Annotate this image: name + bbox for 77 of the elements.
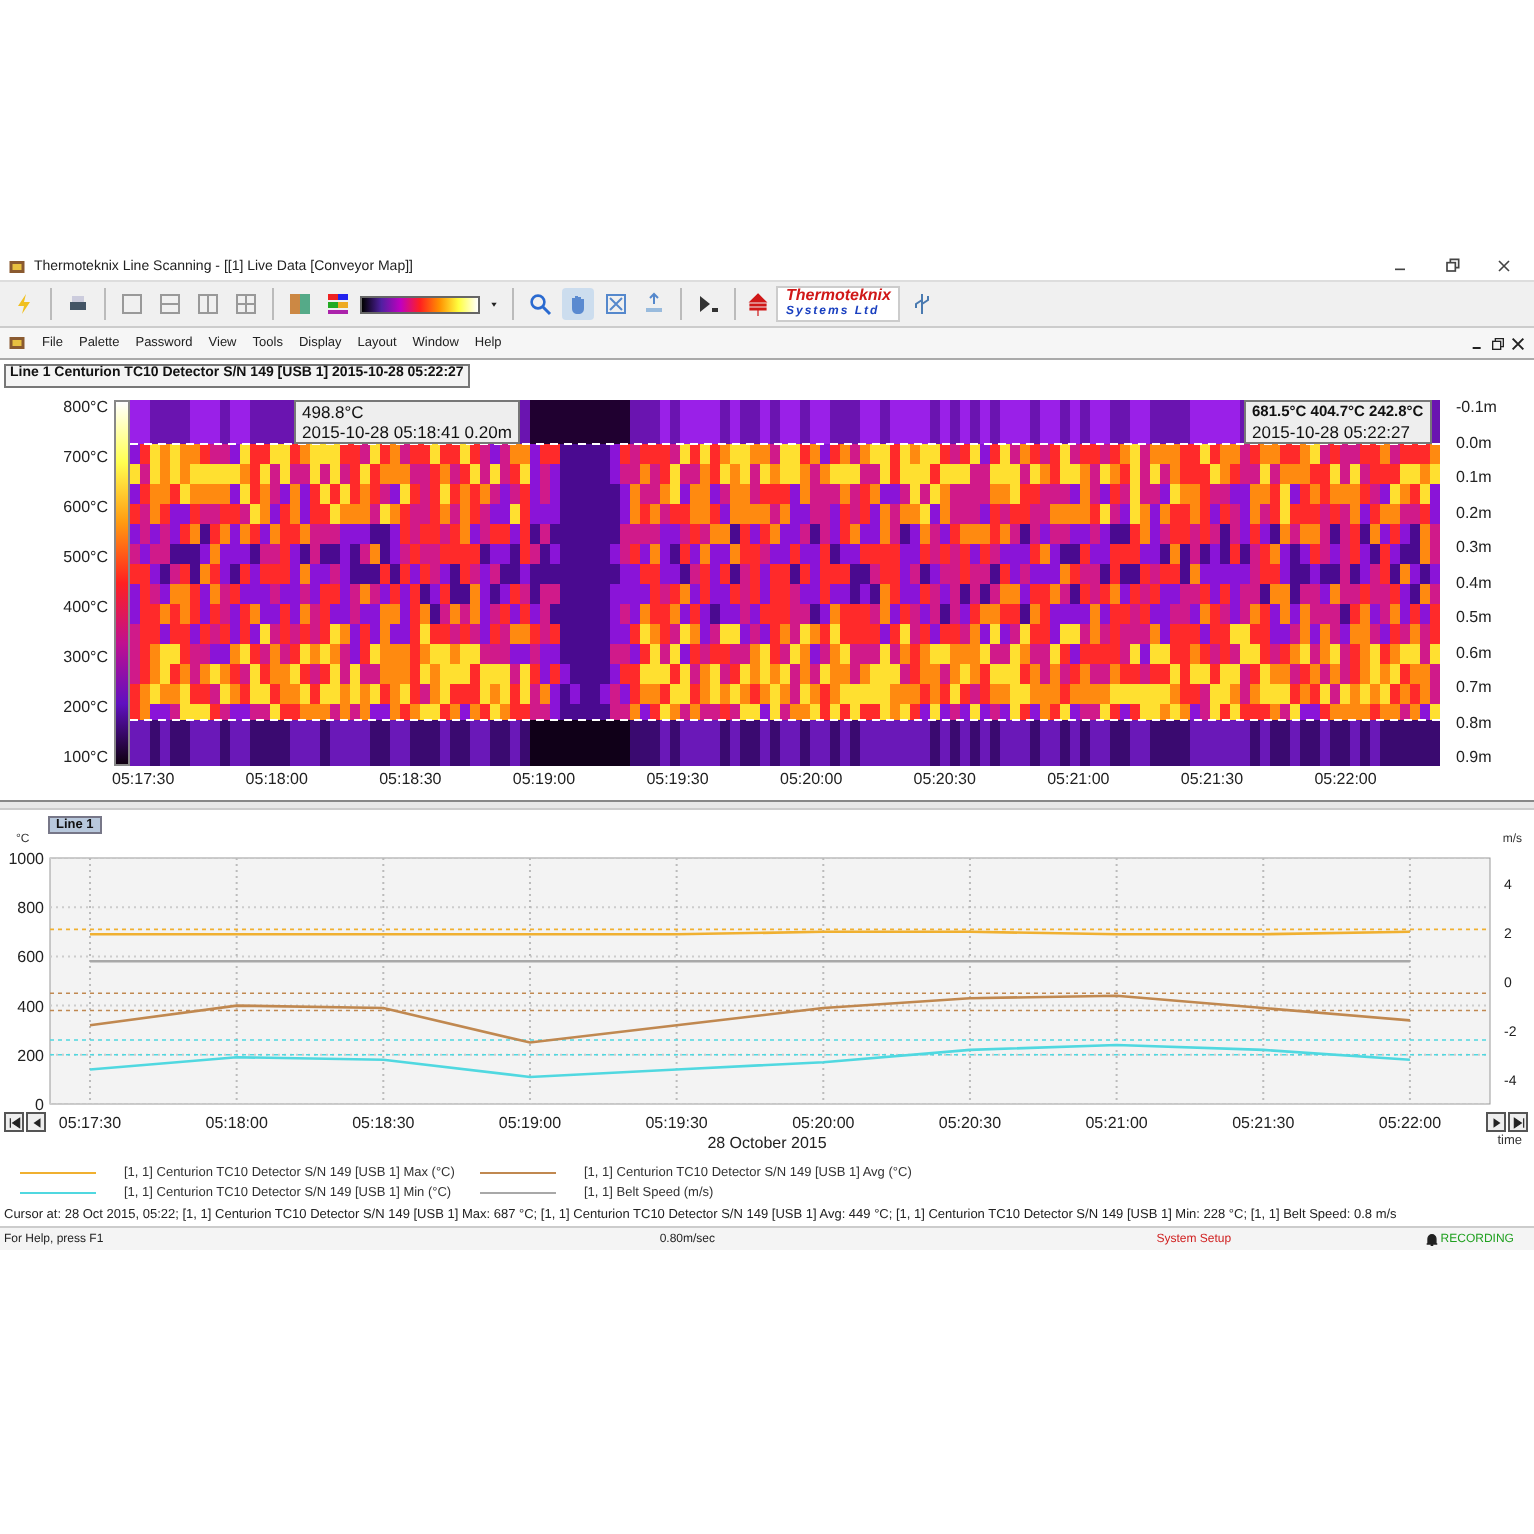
distance-label: 0.8m — [1456, 715, 1494, 731]
distance-label: 0.7m — [1456, 680, 1494, 696]
layout-icon — [196, 292, 220, 316]
last-button[interactable] — [1508, 1112, 1528, 1132]
temperature-label: 200°C — [63, 700, 108, 716]
time-label: 05:20:00 — [780, 770, 843, 788]
date-label: 28 October 2015 — [707, 1136, 827, 1152]
close-icon — [1510, 335, 1526, 351]
temperature-label: 400°C — [63, 600, 108, 616]
app-icon — [8, 257, 26, 275]
layout-icon — [234, 292, 258, 316]
temperature-label: 600°C — [63, 500, 108, 516]
palette-icon — [288, 292, 312, 316]
time-label: 05:20:30 — [913, 770, 976, 788]
axis-label: 0 — [35, 1096, 44, 1114]
tooltip-text: 2015-10-28 05:18:41 0.20m — [302, 422, 512, 442]
time-label: 05:19:30 — [646, 770, 709, 788]
layout-icon — [158, 292, 182, 316]
right-arrow-icon — [1489, 1115, 1503, 1129]
tooltip-text: 498.8°C — [302, 402, 366, 422]
play-icon — [696, 292, 720, 316]
tooltip-text: 2015-10-28 05:22:27 — [1252, 422, 1412, 442]
restore-icon — [1442, 256, 1462, 276]
time-label: 05:19:00 — [498, 1114, 562, 1132]
temperature-label: 800°C — [63, 400, 108, 416]
time-label: 05:20:30 — [938, 1114, 1002, 1132]
skip-back-icon — [7, 1115, 21, 1129]
time-label: 05:18:00 — [245, 770, 308, 788]
lightning-icon — [12, 292, 36, 316]
distance-label: 0.5m — [1456, 610, 1494, 626]
time-label: 05:17:30 — [112, 770, 175, 788]
distance-label: 0.1m — [1456, 470, 1494, 486]
temperature-label: 500°C — [63, 550, 108, 566]
toolbar-button[interactable] — [322, 288, 354, 320]
distance-label: 0.2m — [1456, 505, 1494, 521]
axis-label: 800 — [17, 899, 44, 918]
layout-icon — [120, 292, 144, 316]
time-label: 05:22:00 — [1314, 770, 1377, 788]
distance-label: 0.0m — [1456, 435, 1494, 451]
distance-label: -0.1m — [1456, 400, 1499, 416]
time-label: 05:19:30 — [645, 1114, 708, 1132]
temperature-label: 100°C — [63, 750, 108, 766]
restore-icon — [1490, 335, 1506, 351]
palette-grid-icon — [326, 292, 350, 316]
search-icon — [528, 292, 552, 316]
axis-label: 600 — [17, 948, 44, 967]
temperature-label: 700°C — [63, 450, 108, 466]
bell-icon — [1424, 1231, 1441, 1247]
time-label: 05:17:30 — [58, 1114, 122, 1132]
palette-dropdown[interactable] — [360, 295, 480, 313]
axis-label: 1000 — [8, 850, 44, 868]
time-label: 05:20:00 — [792, 1114, 855, 1132]
time-label: 05:21:30 — [1180, 770, 1244, 788]
skip-forward-icon — [1511, 1115, 1525, 1129]
time-label: 05:18:00 — [205, 1114, 268, 1132]
time-label: 05:19:00 — [512, 770, 576, 788]
axis-label: 400 — [17, 997, 44, 1016]
time-label: 05:21:30 — [1232, 1114, 1295, 1132]
close-icon — [1494, 256, 1514, 276]
left-arrow-icon — [29, 1115, 43, 1129]
distance-label: 0.4m — [1456, 575, 1494, 591]
temperature-label: 300°C — [63, 650, 108, 666]
previous-button[interactable] — [26, 1112, 46, 1132]
time-label: 05:22:00 — [1378, 1114, 1442, 1132]
distance-label: 0.9m — [1456, 750, 1494, 766]
axis-label: 200 — [17, 1046, 44, 1065]
printer-icon — [66, 292, 90, 316]
next-button[interactable] — [1486, 1112, 1506, 1132]
distance-label: 0.3m — [1456, 540, 1494, 556]
time-label: 05:21:00 — [1047, 770, 1110, 788]
time-label: 05:18:30 — [352, 1114, 415, 1132]
first-button[interactable] — [4, 1112, 24, 1132]
document-icon — [8, 334, 26, 352]
time-label: 05:21:00 — [1085, 1114, 1148, 1132]
logo-icon — [746, 290, 770, 318]
time-label: 05:18:30 — [379, 770, 442, 788]
distance-label: 0.6m — [1456, 645, 1494, 661]
